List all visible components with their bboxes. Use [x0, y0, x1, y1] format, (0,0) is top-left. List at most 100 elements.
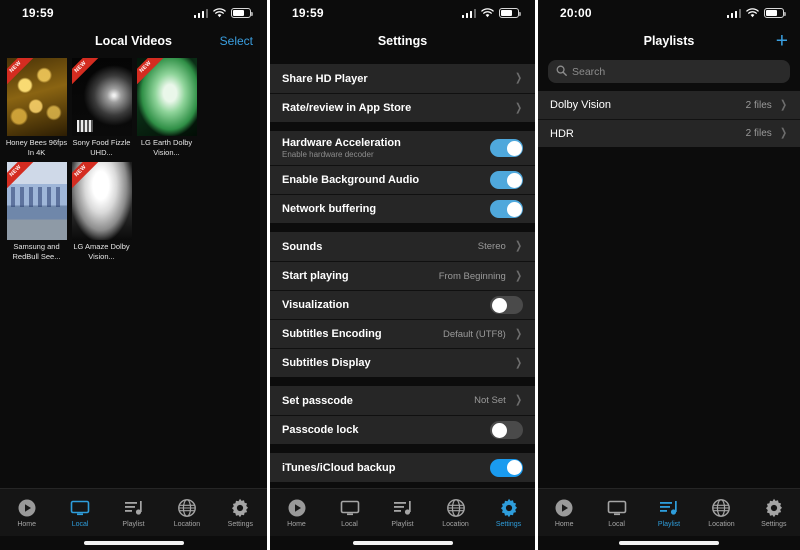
passcode-lock-toggle[interactable] [490, 421, 523, 439]
globe-icon [176, 497, 198, 519]
video-thumbnail[interactable]: NEW [71, 58, 132, 136]
tab-location-label: Location [173, 521, 201, 528]
settings-row-network-buffering[interactable]: Network buffering [270, 194, 535, 223]
status-time: 19:59 [22, 6, 54, 20]
settings-row-visualization[interactable]: Visualization [270, 290, 535, 319]
tab-home[interactable]: Home [538, 497, 590, 528]
wifi-icon [481, 8, 494, 18]
row-label: Rate/review in App Store [282, 102, 412, 114]
network-buffering-toggle[interactable] [490, 200, 523, 218]
tab-playlist[interactable]: Playlist [376, 497, 429, 528]
settings-row-subtitles-display[interactable]: Subtitles Display ❯ [270, 348, 535, 377]
play-circle-icon [553, 497, 575, 519]
row-label: Sounds [282, 240, 323, 253]
playlist-row-hdr[interactable]: HDR 2 files ❯ [538, 119, 800, 147]
tab-local[interactable]: Local [323, 497, 376, 528]
playlist-music-icon [123, 497, 145, 519]
row-value: From Beginning [438, 270, 506, 282]
tab-home-label: Home [287, 521, 306, 528]
chevron-right-icon: ❯ [514, 327, 522, 340]
settings-row-passcode-lock[interactable]: Passcode lock [270, 415, 535, 444]
page-title: Playlists [643, 34, 695, 48]
video-thumbnail[interactable]: NEW [6, 58, 67, 136]
playlist-name: Dolby Vision [550, 99, 611, 111]
video-thumbnail[interactable]: NEW [136, 58, 197, 136]
tab-home-label: Home [17, 521, 37, 528]
settings-row-rate-review[interactable]: Rate/review in App Store ❯ [270, 93, 535, 122]
visualization-toggle[interactable] [490, 296, 523, 314]
monitor-icon [606, 497, 628, 519]
tab-bar: Home Local Playlist Location Settings [270, 488, 535, 536]
tab-home[interactable]: Home [270, 497, 323, 528]
add-playlist-button[interactable]: + [776, 31, 788, 52]
background-audio-toggle[interactable] [490, 171, 523, 189]
tab-home-label: Home [554, 521, 574, 528]
status-time: 19:59 [292, 6, 324, 20]
settings-group: iTunes/iCloud backup [270, 453, 535, 482]
tab-location[interactable]: Location [160, 497, 213, 528]
settings-row-background-audio[interactable]: Enable Background Audio [270, 165, 535, 194]
tab-local-label: Local [341, 521, 358, 528]
row-label: Share HD Player [282, 72, 368, 85]
select-button[interactable]: Select [220, 34, 253, 48]
tab-playlist[interactable]: Playlist [643, 497, 695, 528]
tab-settings-label: Settings [227, 521, 253, 528]
navigation-bar: Playlists + [538, 26, 800, 56]
row-label: iTunes/iCloud backup [282, 461, 396, 474]
chevron-right-icon: ❯ [779, 98, 787, 111]
tab-playlist[interactable]: Playlist [107, 497, 160, 528]
hardware-acceleration-toggle[interactable] [490, 139, 523, 157]
home-indicator[interactable] [538, 536, 800, 550]
video-title: LG Amaze Dolby Vision... [73, 242, 130, 261]
tab-local[interactable]: Local [53, 497, 106, 528]
tab-local-label: Local [608, 521, 625, 528]
status-time: 20:00 [560, 6, 592, 20]
chevron-right-icon: ❯ [514, 101, 522, 114]
settings-row-subtitles-encoding[interactable]: Subtitles Encoding Default (UTF8) ❯ [270, 319, 535, 348]
settings-row-share-hd-player[interactable]: Share HD Player ❯ [270, 64, 535, 93]
video-cell[interactable]: NEW LG Amaze Dolby Vision... [70, 162, 133, 262]
settings-group: Hardware Acceleration Enable hardware de… [270, 131, 535, 223]
search-input[interactable]: Search [548, 60, 790, 83]
settings-row-set-passcode[interactable]: Set passcode Not Set ❯ [270, 386, 535, 415]
video-cell[interactable]: NEW Honey Bees 96fps In 4K [5, 58, 68, 158]
settings-row-hardware-acceleration[interactable]: Hardware Acceleration Enable hardware de… [270, 131, 535, 165]
settings-list[interactable]: Share HD Player ❯ Rate/review in App Sto… [270, 56, 535, 488]
tab-location-label: Location [442, 521, 469, 528]
video-cell[interactable]: NEW Samsung and RedBull See... [5, 162, 68, 262]
playlist-row-dolby-vision[interactable]: Dolby Vision 2 files ❯ [538, 91, 800, 119]
tab-settings[interactable]: Settings [748, 497, 800, 528]
home-indicator[interactable] [0, 536, 267, 550]
video-thumbnail[interactable]: NEW [71, 162, 132, 240]
home-indicator[interactable] [270, 536, 535, 550]
play-circle-icon [16, 497, 38, 519]
tab-local[interactable]: Local [590, 497, 642, 528]
status-bar: 19:59 [0, 0, 267, 26]
tab-bar: Home Local Playlist Location Settings [538, 488, 800, 536]
wifi-icon [746, 8, 759, 18]
row-label: Subtitles Encoding [282, 328, 382, 340]
status-icons [726, 8, 786, 18]
row-label: Set passcode [282, 394, 353, 407]
settings-row-itunes-icloud-backup[interactable]: iTunes/iCloud backup [270, 453, 535, 482]
cellular-signal-icon [193, 8, 208, 18]
tab-location[interactable]: Location [695, 497, 747, 528]
settings-row-sounds[interactable]: Sounds Stereo ❯ [270, 232, 535, 261]
tab-local-label: Local [71, 521, 89, 528]
chevron-right-icon: ❯ [514, 394, 522, 406]
navigation-bar: Local Videos Select [0, 26, 267, 56]
video-thumbnail[interactable]: NEW [6, 162, 67, 240]
tab-home[interactable]: Home [0, 497, 53, 528]
search-container: Search [538, 56, 800, 91]
settings-row-start-playing[interactable]: Start playing From Beginning ❯ [270, 261, 535, 290]
itunes-icloud-backup-toggle[interactable] [490, 458, 523, 477]
tab-settings[interactable]: Settings [482, 497, 535, 528]
video-cell[interactable]: NEW LG Earth Dolby Vision... [135, 58, 198, 158]
row-label: Passcode lock [282, 424, 359, 436]
playlists-list: Dolby Vision 2 files ❯ HDR 2 files ❯ [538, 91, 800, 488]
video-cell[interactable]: NEW Sony Food Fizzle UHD... [70, 58, 133, 158]
tab-location[interactable]: Location [429, 497, 482, 528]
chevron-right-icon: ❯ [514, 269, 522, 282]
row-label: Enable Background Audio [282, 174, 420, 186]
tab-settings[interactable]: Settings [214, 497, 267, 528]
